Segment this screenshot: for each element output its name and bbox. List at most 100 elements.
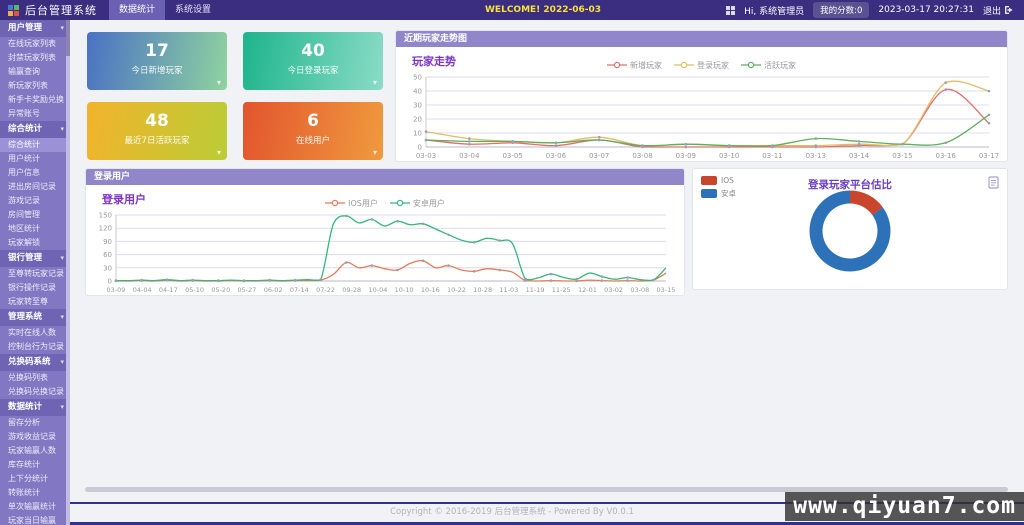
svg-text:03-06: 03-06	[546, 152, 567, 160]
sidebar-item[interactable]: 综合统计	[0, 138, 70, 152]
tab-数据统计[interactable]: 数据统计	[109, 0, 165, 20]
chevron-down-icon: ▾	[60, 121, 64, 138]
sidebar-item[interactable]: 封禁玩家列表	[0, 51, 70, 65]
svg-text:03-03: 03-03	[416, 152, 436, 160]
user-greeting: Hi, 系统管理员	[744, 4, 804, 17]
sidebar-item[interactable]: 玩家当日输赢	[0, 514, 70, 525]
sidebar-item[interactable]: 玩家解锁	[0, 236, 70, 250]
sidebar-item[interactable]: 游戏收益记录	[0, 430, 70, 444]
legend-item[interactable]: 新增玩家	[607, 60, 662, 71]
sidebar-section-管理系统[interactable]: 管理系统▾	[0, 309, 70, 326]
svg-text:50: 50	[413, 74, 422, 82]
sidebar-item[interactable]: 留存分析	[0, 416, 70, 430]
platform-legend: IOS 安卓	[701, 176, 736, 202]
tab-系统设置[interactable]: 系统设置	[165, 0, 221, 20]
svg-text:90: 90	[103, 238, 112, 246]
sidebar-scrollbar[interactable]	[66, 20, 70, 525]
stat-value: 40	[243, 41, 383, 61]
sidebar-item[interactable]: 玩家输赢人数	[0, 444, 70, 458]
sidebar-menu: 用户管理▾在线玩家列表封禁玩家列表输赢查询新玩家列表新手卡奖励兑换异常账号综合统…	[0, 20, 70, 525]
svg-text:10-16: 10-16	[421, 286, 440, 294]
chevron-down-icon: ▾	[60, 250, 64, 267]
sidebar-item[interactable]: 新手卡奖励兑换	[0, 93, 70, 107]
svg-text:10: 10	[413, 130, 422, 138]
sidebar-item[interactable]: 地区统计	[0, 222, 70, 236]
chevron-down-icon: ▾	[60, 399, 64, 416]
stat-label: 今日登录玩家	[243, 64, 383, 76]
legend-item[interactable]: 安卓用户	[390, 198, 445, 209]
legend-item[interactable]: IOS	[701, 176, 736, 185]
sidebar-item[interactable]: 在线玩家列表	[0, 37, 70, 51]
sidebar-section-数据统计[interactable]: 数据统计▾	[0, 399, 70, 416]
sidebar-scrollbar-thumb[interactable]	[66, 20, 70, 56]
svg-text:04-04: 04-04	[133, 286, 152, 294]
svg-text:03-02: 03-02	[604, 286, 623, 294]
svg-text:11-25: 11-25	[552, 286, 571, 294]
apps-grid-icon[interactable]	[726, 6, 735, 15]
svg-text:03-04: 03-04	[459, 152, 480, 160]
sidebar-item[interactable]: 转账统计	[0, 486, 70, 500]
sidebar-item[interactable]: 新玩家列表	[0, 79, 70, 93]
sidebar-item[interactable]: 房间管理	[0, 208, 70, 222]
welcome-text: WELCOME! 2022-06-03	[485, 5, 601, 15]
chevron-down-icon: ▾	[60, 354, 64, 371]
logout-icon	[1004, 5, 1014, 15]
svg-text:03-05: 03-05	[502, 152, 522, 160]
sidebar-item[interactable]: 银行操作记录	[0, 281, 70, 295]
svg-text:60: 60	[103, 251, 112, 259]
sidebar-item[interactable]: 异常账号	[0, 107, 70, 121]
sidebar-item[interactable]: 控制台行为记录	[0, 340, 70, 354]
datetime-text: 2023-03-17 20:27:31	[878, 5, 974, 15]
legend-item[interactable]: 活跃玩家	[741, 60, 796, 71]
legend-item[interactable]: 登录玩家	[674, 60, 729, 71]
sidebar-item[interactable]: 游戏记录	[0, 194, 70, 208]
legend-item[interactable]: IOS用户	[325, 198, 378, 209]
svg-text:03-10: 03-10	[719, 152, 739, 160]
logout-label: 退出	[983, 4, 1001, 17]
sidebar-item[interactable]: 进出房间记录	[0, 180, 70, 194]
sidebar-section-银行管理[interactable]: 银行管理▾	[0, 250, 70, 267]
svg-text:10-28: 10-28	[473, 286, 492, 294]
trend-legend: 新增玩家 登录玩家 活跃玩家	[396, 54, 1007, 73]
svg-text:04-17: 04-17	[159, 286, 178, 294]
my-score-button[interactable]: 我的分数:0	[813, 2, 869, 18]
stat-card-online-users[interactable]: 6 在线用户 ▾	[243, 102, 383, 160]
sidebar-item[interactable]: 兑换码列表	[0, 371, 70, 385]
brand-logo-icon	[8, 5, 19, 16]
svg-text:30: 30	[413, 102, 422, 110]
sidebar-item[interactable]: 至尊转玩家记录	[0, 267, 70, 281]
svg-text:20: 20	[413, 116, 422, 124]
svg-text:120: 120	[99, 225, 112, 233]
svg-text:11-19: 11-19	[526, 286, 545, 294]
watermark: www.qiyuan7.com	[785, 492, 1024, 521]
svg-text:05-10: 05-10	[185, 286, 204, 294]
sidebar-section-用户管理[interactable]: 用户管理▾	[0, 20, 70, 37]
data-view-icon[interactable]	[988, 176, 999, 189]
svg-text:03-08: 03-08	[632, 152, 652, 160]
sidebar-item[interactable]: 玩家转至尊	[0, 295, 70, 309]
stat-card-new-players[interactable]: 17 今日新增玩家 ▾	[87, 32, 227, 90]
chevron-down-icon: ▾	[373, 78, 377, 87]
sidebar-item[interactable]: 单次输赢统计	[0, 500, 70, 514]
sidebar-section-综合统计[interactable]: 综合统计▾	[0, 121, 70, 138]
svg-text:06-02: 06-02	[264, 286, 283, 294]
sidebar-item[interactable]: 用户信息	[0, 166, 70, 180]
stat-card-login-players[interactable]: 40 今日登录玩家 ▾	[243, 32, 383, 90]
sidebar-item[interactable]: 用户统计	[0, 152, 70, 166]
sidebar-item[interactable]: 库存统计	[0, 458, 70, 472]
svg-text:05-27: 05-27	[238, 286, 257, 294]
svg-text:03-16: 03-16	[936, 152, 957, 160]
panel-login-users: 登录用户 登录用户 IOS用户安卓用户 030609012015003-0904…	[85, 168, 685, 296]
sidebar-section-兑换码系统[interactable]: 兑换码系统▾	[0, 354, 70, 371]
sidebar-item[interactable]: 兑换码兑换记录	[0, 385, 70, 399]
logout-button[interactable]: 退出	[983, 4, 1014, 17]
svg-text:10-10: 10-10	[395, 286, 414, 294]
chevron-down-icon: ▾	[60, 309, 64, 326]
stat-value: 48	[87, 111, 227, 131]
sidebar-item[interactable]: 输赢查询	[0, 65, 70, 79]
sidebar-item[interactable]: 上下分统计	[0, 472, 70, 486]
sidebar-item[interactable]: 实时在线人数	[0, 326, 70, 340]
svg-text:03-09: 03-09	[676, 152, 696, 160]
legend-item[interactable]: 安卓	[701, 188, 736, 199]
stat-card-active-players[interactable]: 48 最近7日活跃玩家 ▾	[87, 102, 227, 160]
